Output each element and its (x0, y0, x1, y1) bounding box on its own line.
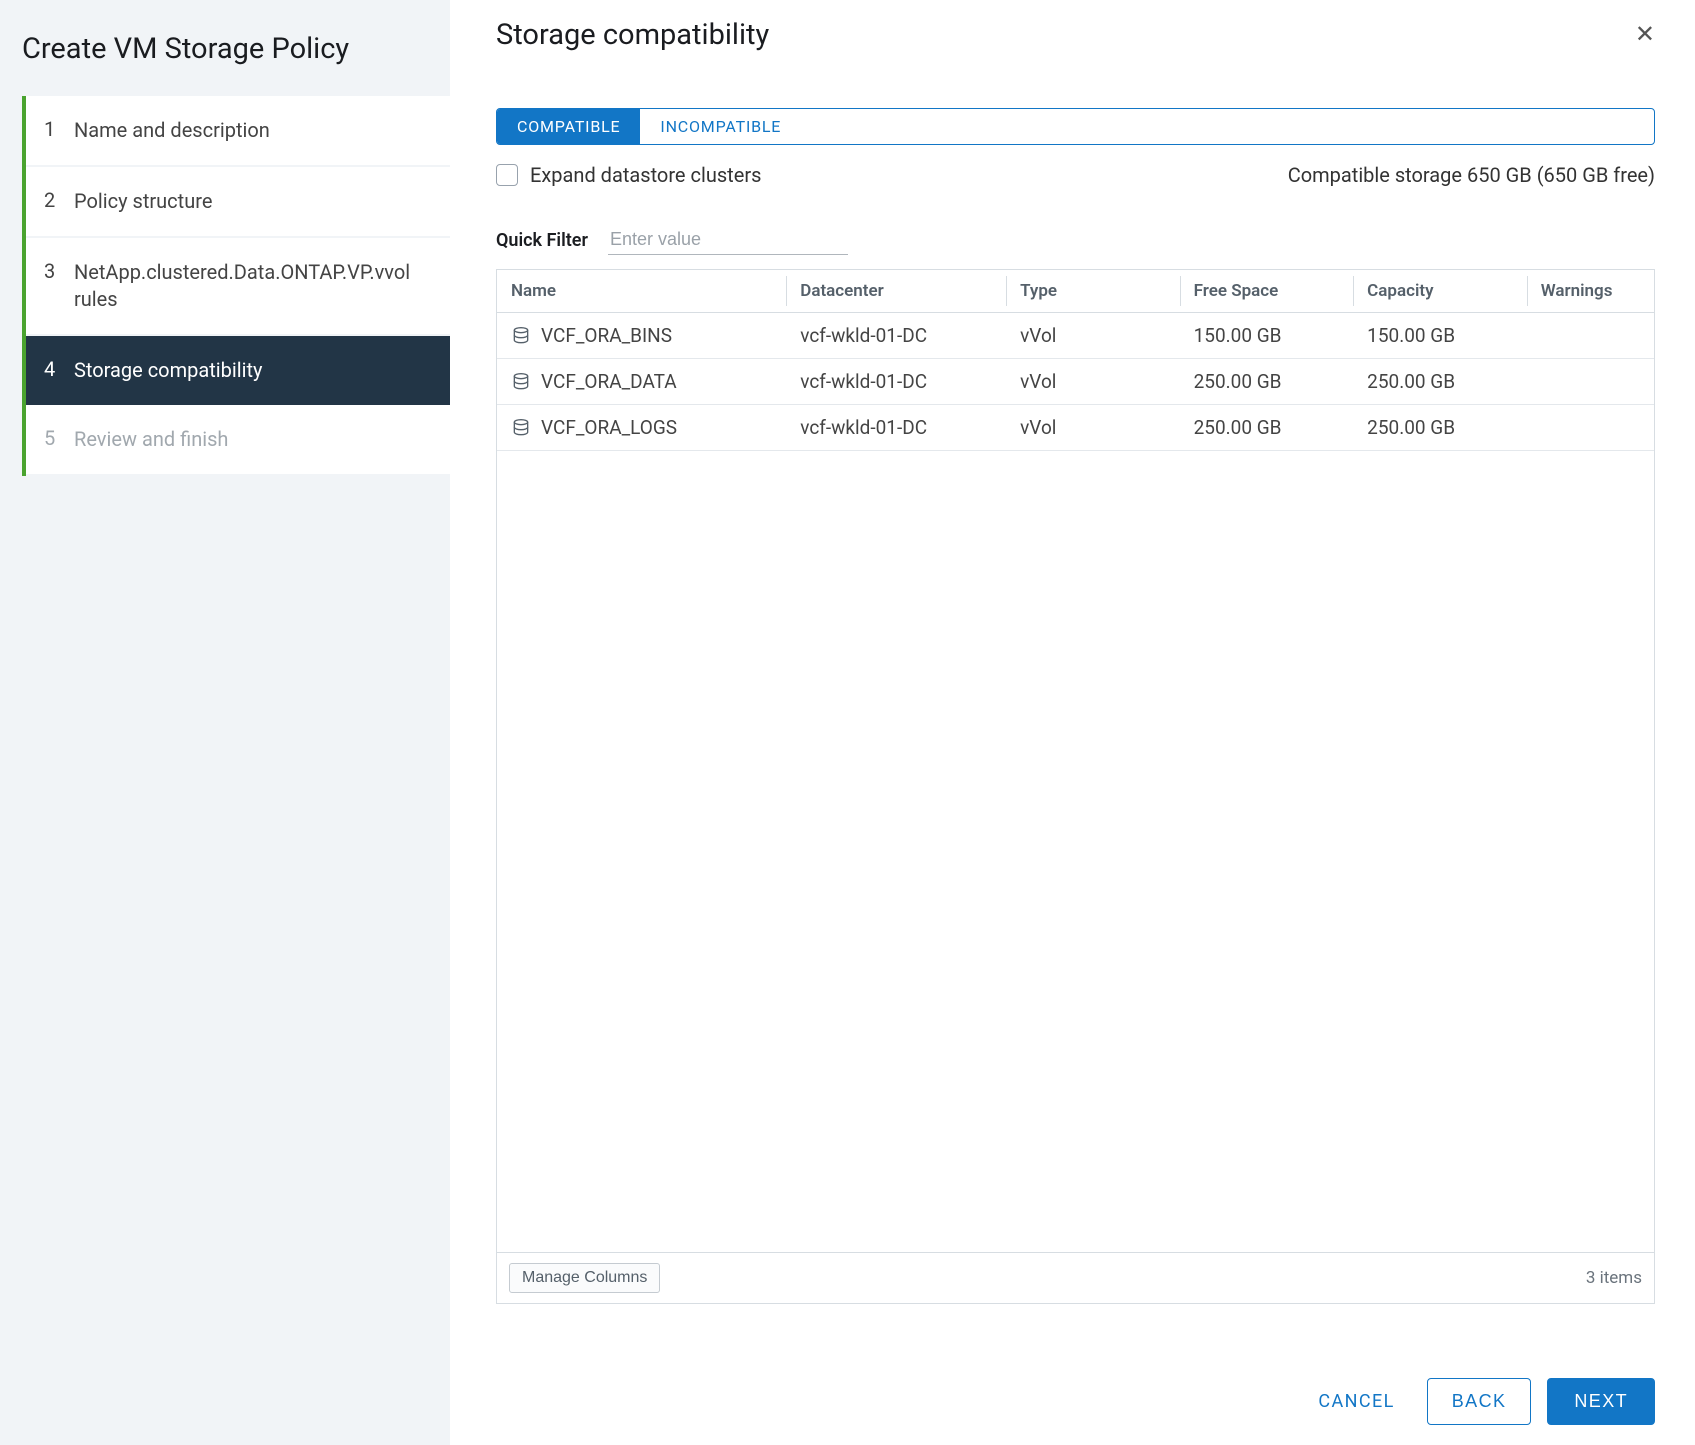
col-header-free-space[interactable]: Free Space (1180, 270, 1354, 313)
step-number: 3 (44, 259, 74, 283)
step-number: 4 (44, 357, 74, 381)
cell-capacity: 250.00 GB (1353, 405, 1527, 451)
col-header-warnings[interactable]: Warnings (1527, 270, 1654, 313)
cell-name: VCF_ORA_BINS (541, 324, 672, 347)
step-netapp-rules[interactable]: 3 NetApp.clustered.Data.ONTAP.VP.vvol ru… (26, 238, 450, 336)
cell-warnings (1527, 313, 1654, 359)
datastore-icon (511, 418, 531, 438)
datastore-icon (511, 372, 531, 392)
cell-datacenter: vcf-wkld-01-DC (786, 405, 1006, 451)
compatibility-tabs: COMPATIBLE INCOMPATIBLE (496, 108, 1655, 145)
expand-clusters-checkbox[interactable] (496, 164, 518, 186)
cell-warnings (1527, 405, 1654, 451)
tab-compatible[interactable]: COMPATIBLE (497, 109, 640, 144)
wizard-title: Create VM Storage Policy (0, 20, 450, 96)
step-label: Policy structure (74, 188, 212, 215)
step-label: Review and finish (74, 426, 228, 453)
page-title: Storage compatibility (496, 18, 769, 52)
manage-columns-button[interactable]: Manage Columns (509, 1263, 660, 1293)
cell-type: vVol (1006, 313, 1180, 359)
quick-filter-label: Quick Filter (496, 230, 588, 251)
step-policy-structure[interactable]: 2 Policy structure (26, 167, 450, 238)
step-label: Name and description (74, 117, 270, 144)
step-number: 5 (44, 426, 74, 450)
col-header-datacenter[interactable]: Datacenter (786, 270, 1006, 313)
back-button[interactable]: BACK (1427, 1378, 1532, 1425)
quick-filter-input[interactable] (608, 225, 848, 255)
col-header-type[interactable]: Type (1006, 270, 1180, 313)
step-number: 2 (44, 188, 74, 212)
expand-clusters-label: Expand datastore clusters (530, 163, 761, 187)
col-header-capacity[interactable]: Capacity (1353, 270, 1527, 313)
datastore-icon (511, 326, 531, 346)
cell-datacenter: vcf-wkld-01-DC (786, 359, 1006, 405)
next-button[interactable]: NEXT (1547, 1378, 1655, 1425)
step-number: 1 (44, 117, 74, 141)
close-icon[interactable]: ✕ (1635, 18, 1655, 50)
step-review-finish: 5 Review and finish (26, 405, 450, 476)
step-label: NetApp.clustered.Data.ONTAP.VP.vvol rule… (74, 259, 432, 313)
table-row[interactable]: VCF_ORA_DATA vcf-wkld-01-DC vVol 250.00 … (497, 359, 1654, 405)
step-label: Storage compatibility (74, 357, 262, 384)
step-name-description[interactable]: 1 Name and description (26, 96, 450, 167)
tab-incompatible[interactable]: INCOMPATIBLE (640, 109, 801, 144)
cell-datacenter: vcf-wkld-01-DC (786, 313, 1006, 359)
cell-name: VCF_ORA_DATA (541, 370, 677, 393)
cell-warnings (1527, 359, 1654, 405)
cancel-button[interactable]: CANCEL (1302, 1379, 1410, 1424)
cell-free: 150.00 GB (1180, 313, 1354, 359)
cell-free: 250.00 GB (1180, 405, 1354, 451)
cell-capacity: 150.00 GB (1353, 313, 1527, 359)
col-header-name[interactable]: Name (497, 270, 786, 313)
table-row[interactable]: VCF_ORA_BINS vcf-wkld-01-DC vVol 150.00 … (497, 313, 1654, 359)
cell-type: vVol (1006, 359, 1180, 405)
storage-summary: Compatible storage 650 GB (650 GB free) (1288, 163, 1655, 187)
cell-name: VCF_ORA_LOGS (541, 416, 677, 439)
step-storage-compatibility[interactable]: 4 Storage compatibility (26, 336, 450, 405)
cell-type: vVol (1006, 405, 1180, 451)
item-count: 3 items (1586, 1268, 1642, 1288)
cell-capacity: 250.00 GB (1353, 359, 1527, 405)
cell-free: 250.00 GB (1180, 359, 1354, 405)
table-row[interactable]: VCF_ORA_LOGS vcf-wkld-01-DC vVol 250.00 … (497, 405, 1654, 451)
